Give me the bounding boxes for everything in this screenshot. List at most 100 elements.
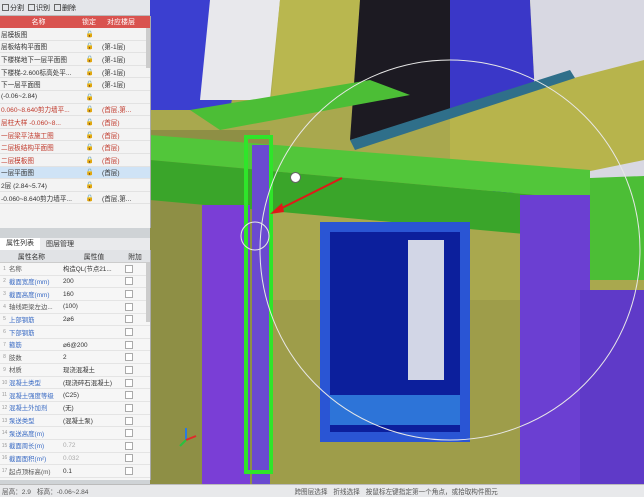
- property-extra-checkbox[interactable]: [125, 416, 133, 425]
- drawing-row[interactable]: 二层板结构平面图 🔒 (首层): [0, 141, 150, 154]
- delete-button[interactable]: 删除: [54, 3, 76, 13]
- property-value[interactable]: (现浇碎石混凝土): [63, 378, 125, 387]
- drawing-row[interactable]: -0.060~8.640剪力墙平... 🔒 (首层,第...: [0, 192, 150, 205]
- property-value[interactable]: 2⌀6: [63, 315, 125, 323]
- property-value[interactable]: 现浇混凝土: [63, 365, 125, 374]
- property-row[interactable]: 5 上部钢筋 2⌀6: [0, 314, 150, 327]
- drawing-floor: (首层): [102, 132, 120, 140]
- window-pane-light: [408, 240, 444, 380]
- property-extra-checkbox[interactable]: [125, 441, 133, 450]
- property-extra-checkbox[interactable]: [125, 264, 133, 273]
- lock-icon[interactable]: 🔒: [78, 105, 102, 113]
- lock-icon[interactable]: 🔒: [78, 131, 102, 139]
- lock-icon[interactable]: 🔒: [78, 42, 102, 50]
- property-value[interactable]: 160: [63, 291, 125, 298]
- property-value[interactable]: (混凝土泵): [63, 416, 125, 425]
- property-value[interactable]: (100): [63, 303, 125, 310]
- property-value[interactable]: (C25): [63, 392, 125, 399]
- lock-icon[interactable]: 🔒: [78, 156, 102, 164]
- property-row[interactable]: 17 起点顶标高(m) 0.1: [0, 465, 150, 478]
- property-value[interactable]: 200: [63, 278, 125, 285]
- property-value[interactable]: 0.1: [63, 468, 125, 475]
- split-button[interactable]: 分割: [2, 3, 24, 13]
- drawing-row[interactable]: 下楼梯-2.600标高处平... 🔒 (第-1层): [0, 66, 150, 79]
- property-row[interactable]: 8 肢数 2: [0, 351, 150, 365]
- status-polyline-select[interactable]: 折线选择: [333, 486, 359, 496]
- property-row[interactable]: 2 截面宽度(mm) 200: [0, 276, 150, 289]
- property-extra-checkbox[interactable]: [125, 302, 133, 311]
- drawing-row[interactable]: 下一层平面图 🔒 (第-1层): [0, 78, 150, 91]
- property-value[interactable]: (无): [63, 403, 125, 412]
- lock-icon[interactable]: 🔒: [78, 143, 102, 151]
- property-extra-checkbox[interactable]: [125, 315, 133, 324]
- property-extra-checkbox[interactable]: [125, 353, 133, 362]
- lock-icon[interactable]: 🔒: [78, 168, 102, 176]
- property-value[interactable]: 构造QL(节点21...: [63, 264, 125, 273]
- property-extra-checkbox[interactable]: [125, 467, 133, 476]
- tab-property-list[interactable]: 属性列表: [0, 238, 40, 250]
- lock-icon[interactable]: 🔒: [78, 80, 102, 88]
- property-row[interactable]: 14 泵送高度(m): [0, 427, 150, 440]
- drawing-row[interactable]: 0.060~8.640剪力墙平... 🔒 (首层,第...: [0, 104, 150, 117]
- property-list-scrollbar[interactable]: [146, 262, 150, 322]
- property-value[interactable]: ⌀6@200: [63, 341, 125, 349]
- recognize-button[interactable]: 识别: [28, 3, 50, 13]
- property-extra-checkbox[interactable]: [125, 365, 133, 374]
- property-extra-checkbox[interactable]: [125, 429, 133, 438]
- drawing-name: (-0.06~2.84): [1, 93, 38, 101]
- property-row[interactable]: 1 名称 构造QL(节点21...: [0, 263, 150, 276]
- property-row[interactable]: 12 混凝土外加剂 (无): [0, 402, 150, 415]
- property-extra-checkbox[interactable]: [125, 277, 133, 286]
- drawing-name: 层板结构平面图: [1, 44, 48, 52]
- property-value[interactable]: 0.72: [63, 442, 125, 449]
- lock-icon[interactable]: 🔒: [78, 194, 102, 202]
- drawing-name: -0.060~8.640剪力墙平...: [1, 195, 72, 203]
- property-row[interactable]: 15 截面周长(m) 0.72: [0, 440, 150, 453]
- drawing-row[interactable]: 下楼梯地下一层平面图 🔒 (第-1层): [0, 53, 150, 66]
- property-row[interactable]: 4 轴线距梁左边... (100): [0, 301, 150, 314]
- lock-icon[interactable]: 🔒: [78, 55, 102, 63]
- drawing-row[interactable]: 层模板图 🔒: [0, 28, 150, 41]
- status-cross-layer[interactable]: 跨图层选择: [294, 486, 327, 496]
- drawing-row[interactable]: 层板结构平面图 🔒 (第-1层): [0, 41, 150, 54]
- property-row[interactable]: 3 截面高度(mm) 160: [0, 288, 150, 301]
- lock-icon[interactable]: 🔒: [78, 181, 102, 189]
- property-name: 泵送类型: [9, 418, 35, 425]
- property-row[interactable]: 6 下部钢筋: [0, 326, 150, 339]
- drawing-row[interactable]: (-0.06~2.84) 🔒: [0, 91, 150, 104]
- drawing-row[interactable]: 层柱大样 -0.060~8... 🔒 (首层): [0, 116, 150, 129]
- property-extra-checkbox[interactable]: [125, 340, 133, 349]
- property-value[interactable]: 0.032: [63, 455, 125, 462]
- property-row[interactable]: 9 材质 现浇混凝土: [0, 364, 150, 377]
- lock-icon[interactable]: 🔒: [78, 68, 102, 76]
- property-row[interactable]: 13 泵送类型 (混凝土泵): [0, 415, 150, 428]
- drawing-row[interactable]: 一层梁平法施工图 🔒 (首层): [0, 129, 150, 142]
- property-extra-checkbox[interactable]: [125, 391, 133, 400]
- property-value[interactable]: 2: [63, 354, 125, 361]
- drawing-floor: (首层,第...: [102, 195, 132, 203]
- drawing-row[interactable]: 一层平面图 🔒 (首层): [0, 166, 150, 180]
- 3d-viewport[interactable]: [150, 0, 644, 484]
- drawing-list-header: 名称 锁定 对应楼层: [0, 16, 150, 28]
- property-extra-checkbox[interactable]: [125, 290, 133, 299]
- property-extra-checkbox[interactable]: [125, 454, 133, 463]
- model-render: [150, 0, 644, 484]
- lock-icon[interactable]: 🔒: [78, 118, 102, 126]
- property-row[interactable]: 16 截面面积(m²) 0.032: [0, 453, 150, 466]
- property-row[interactable]: 10 混凝土类型 (现浇碎石混凝土): [0, 377, 150, 390]
- drawing-row[interactable]: 二层模板图 🔒 (首层): [0, 154, 150, 167]
- property-index: 9: [3, 366, 6, 373]
- property-row[interactable]: 7 箍筋 ⌀6@200: [0, 339, 150, 352]
- drawing-name: 一层平面图: [1, 170, 34, 178]
- drawing-list-scrollbar[interactable]: [146, 28, 150, 68]
- lock-icon[interactable]: 🔒: [78, 30, 102, 38]
- property-extra-checkbox[interactable]: [125, 378, 133, 387]
- property-extra-checkbox[interactable]: [125, 403, 133, 412]
- property-extra-checkbox[interactable]: [125, 328, 133, 337]
- property-row[interactable]: 11 混凝土强度等级 (C25): [0, 389, 150, 403]
- property-index: 1: [3, 265, 6, 272]
- lock-icon[interactable]: 🔒: [78, 93, 102, 101]
- tab-layer-management[interactable]: 图层管理: [40, 239, 80, 249]
- drawing-row[interactable]: 2层 (2.84~5.74) 🔒: [0, 179, 150, 192]
- property-index: 5: [3, 316, 6, 323]
